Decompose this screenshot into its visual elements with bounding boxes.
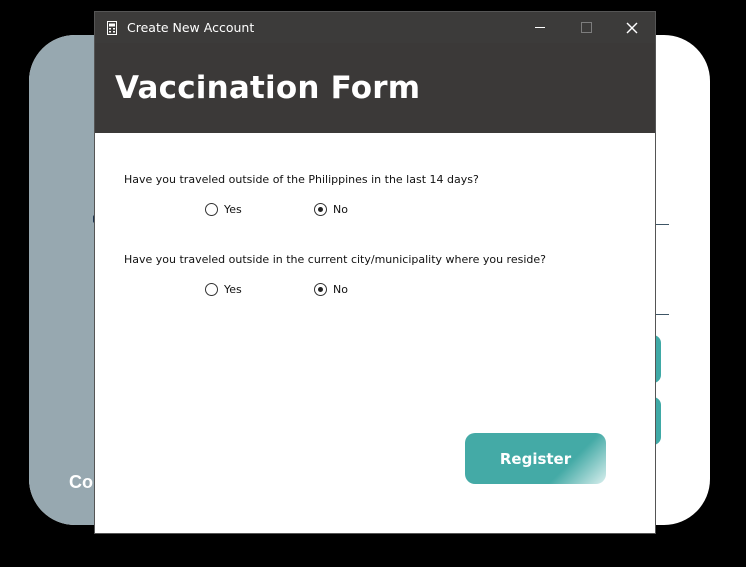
close-icon [626,22,638,33]
radio-travel-abroad-yes[interactable]: Yes [205,203,242,216]
radio-travel-abroad-no[interactable]: No [314,203,348,216]
maximize-button[interactable] [563,12,609,43]
minimize-icon [535,27,545,28]
form-body: Have you traveled outside of the Philipp… [95,133,655,533]
window-title: Create New Account [127,20,255,35]
radio-button-selected[interactable] [314,283,327,296]
radio-travel-city-no[interactable]: No [314,283,348,296]
radio-travel-city-yes[interactable]: Yes [205,283,242,296]
question-travel-abroad: Have you traveled outside of the Philipp… [124,173,479,186]
background-partial-label: Co [69,472,93,492]
question-travel-city: Have you traveled outside in the current… [124,253,546,266]
radio-label: No [333,283,348,296]
radio-button[interactable] [205,283,218,296]
create-account-dialog: Create New Account Vaccination Form Have… [95,12,655,533]
page-title: Vaccination Form [115,70,421,106]
radio-label: Yes [224,283,242,296]
background-divider [655,224,669,225]
radio-button-selected[interactable] [314,203,327,216]
title-bar[interactable]: Create New Account [95,12,655,43]
minimize-button[interactable] [517,12,563,43]
form-header: Vaccination Form [95,43,655,133]
radio-label: Yes [224,203,242,216]
close-button[interactable] [609,12,655,43]
app-icon [105,20,119,35]
maximize-icon [580,22,592,33]
background-side-panel [29,35,95,525]
radio-button[interactable] [205,203,218,216]
background-divider [655,314,669,315]
register-button[interactable]: Register [465,433,606,484]
radio-label: No [333,203,348,216]
